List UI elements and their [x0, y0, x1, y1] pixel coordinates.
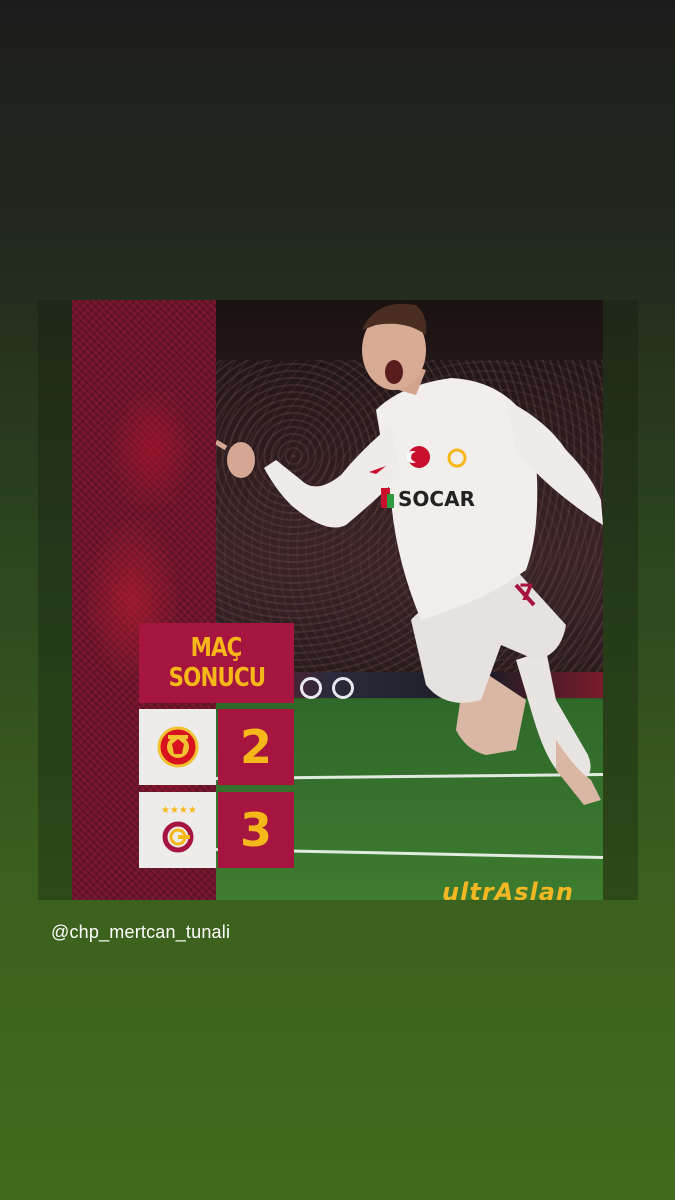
- story-post-image[interactable]: 7 SOCAR ultrAslan MAÇ SONUCU 2 ★★★★ 3: [72, 300, 603, 900]
- svg-text:7: 7: [519, 581, 534, 606]
- home-team-score: 2: [218, 709, 294, 785]
- turkey-flag-badge-icon: [408, 446, 430, 468]
- title-line-1: MAÇ: [191, 633, 243, 663]
- story-mention-handle[interactable]: @chp_mertcan_tunali: [51, 922, 230, 943]
- svg-text:★★★★: ★★★★: [161, 805, 197, 816]
- galatasaray-crest-icon: ★★★★: [161, 805, 197, 853]
- match-result-title: MAÇ SONUCU: [139, 623, 294, 703]
- away-team-crest: ★★★★: [139, 792, 216, 868]
- jersey-sponsor: SOCAR: [398, 487, 475, 511]
- manchester-united-crest-icon: [157, 726, 198, 768]
- away-team-score: 3: [218, 792, 294, 868]
- watermark-text: ultrAslan: [442, 878, 574, 900]
- title-line-2: SONUCU: [168, 663, 266, 693]
- home-team-crest: [139, 709, 216, 785]
